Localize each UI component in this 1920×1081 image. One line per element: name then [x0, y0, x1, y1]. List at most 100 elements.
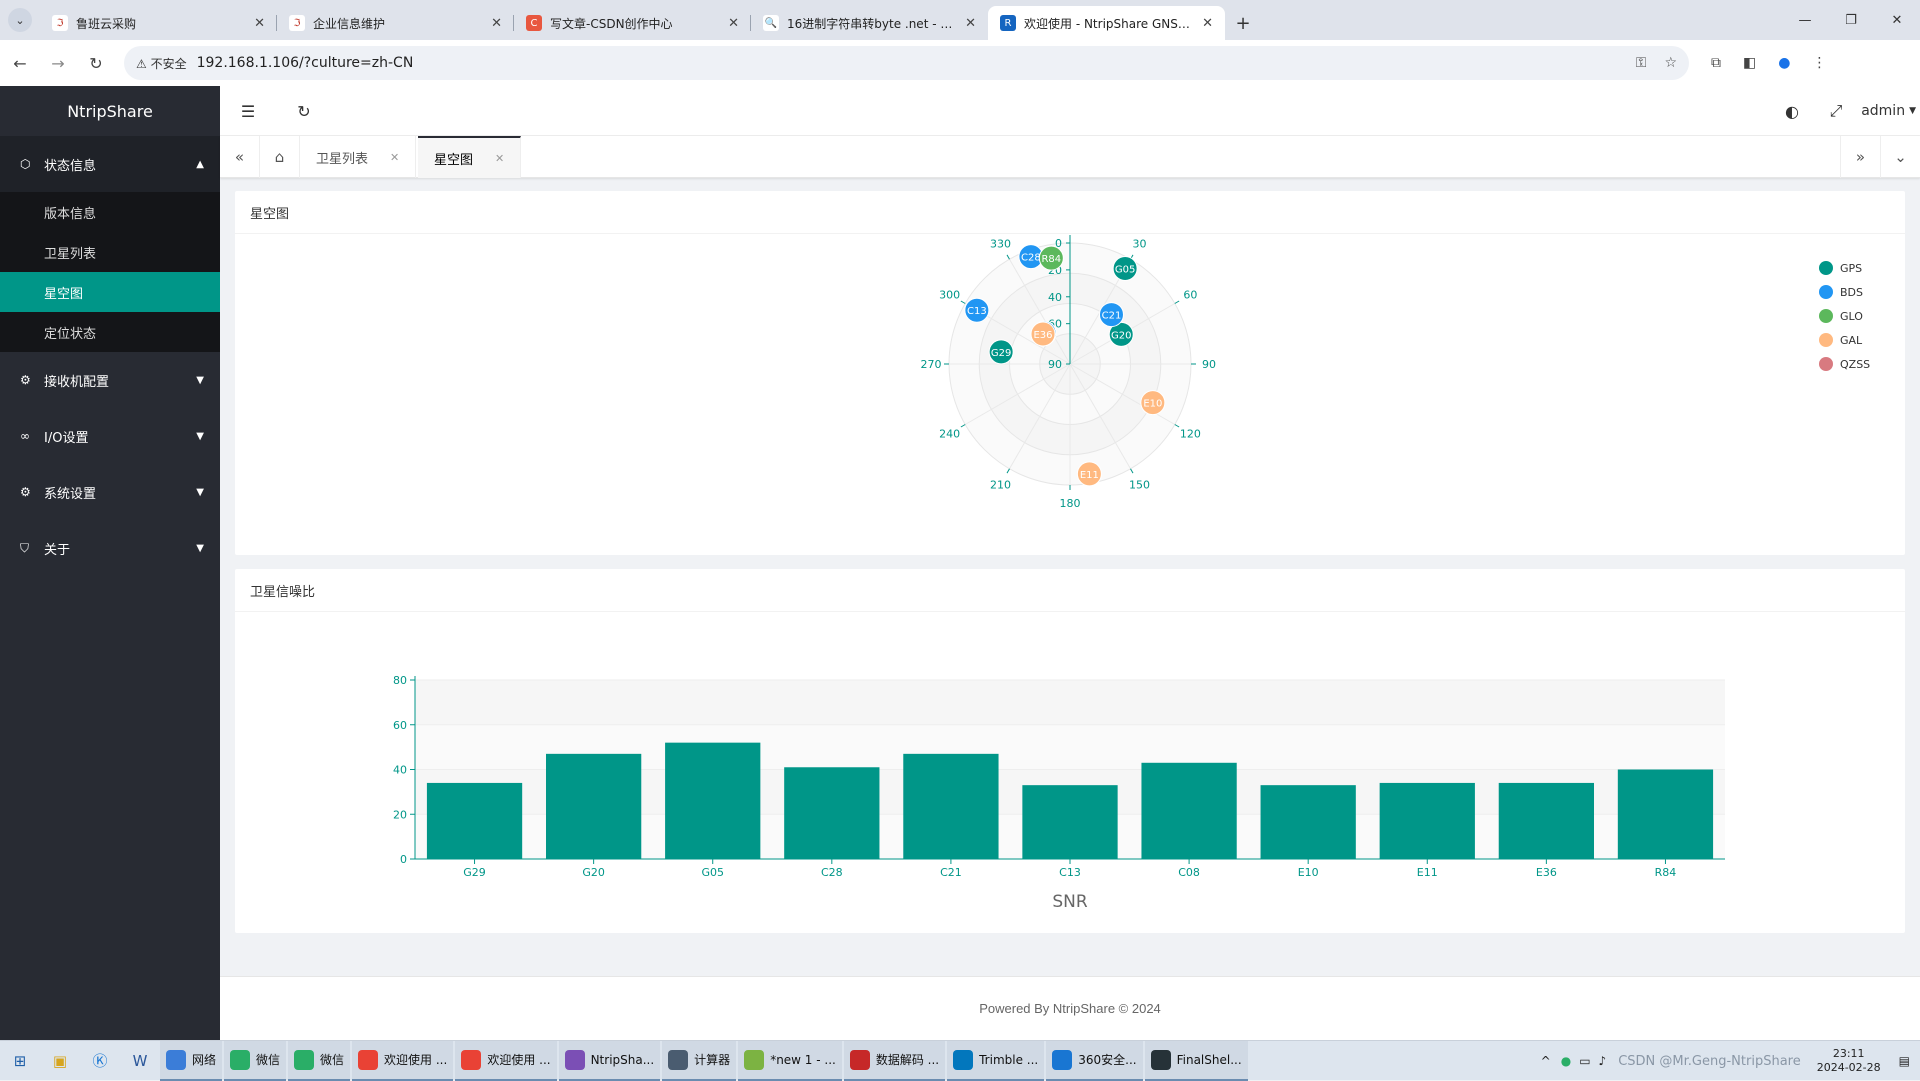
tray-volume-icon[interactable]: ♪: [1599, 1054, 1607, 1068]
taskbar: ⊞ ▣ Ⓚ W 网络 微信 微信 欢迎使用 ... 欢迎使用 ... NtripSha..…: [0, 1040, 1920, 1081]
clock[interactable]: 23:11 2024-02-28: [1817, 1047, 1881, 1075]
x-axis-title: SNR: [1052, 892, 1088, 912]
menu-group-status[interactable]: ⬡ 状态信息 ▲: [0, 136, 220, 192]
taskbar-app-label: 微信: [320, 1053, 345, 1067]
key-icon[interactable]: ⚿: [1636, 55, 1647, 71]
taskbar-app[interactable]: 欢迎使用 ...: [352, 1040, 454, 1081]
caret-down-icon: ▼: [196, 542, 204, 554]
back-icon[interactable]: ←: [2, 45, 38, 81]
favicon-icon: ℑ: [52, 15, 68, 31]
menu-group-receiver[interactable]: ⚙ 接收机配置 ▼: [0, 352, 220, 408]
browser-tab[interactable]: C 写文章-CSDN创作中心 ✕: [514, 6, 751, 40]
satellite-label: E36: [1033, 330, 1052, 341]
tray-up-icon[interactable]: ^: [1541, 1054, 1551, 1068]
app-header: ☰ ↻ ◐ ⤢ admin ▼: [220, 86, 1920, 136]
browser-tabs: ℑ 鲁班云采购 ✕ ℑ 企业信息维护 ✕ C 写文章-CSDN创作中心 ✕ 🔍 16进制字符串转by…: [40, 6, 1225, 40]
taskbar-app[interactable]: *new 1 - ...: [738, 1040, 842, 1081]
word-icon[interactable]: W: [120, 1041, 160, 1081]
tab-search-button[interactable]: ⌄: [0, 0, 40, 40]
browser-tab[interactable]: ℑ 企业信息维护 ✕: [277, 6, 514, 40]
satellite-label: E10: [1143, 399, 1162, 410]
menu-group-about[interactable]: ⛉ 关于 ▼: [0, 520, 220, 576]
refresh-icon[interactable]: ↻: [276, 86, 332, 136]
kugou-icon[interactable]: Ⓚ: [80, 1041, 120, 1081]
windows-start-icon[interactable]: ⊞: [0, 1041, 40, 1081]
fullscreen-icon[interactable]: ⤢: [1808, 86, 1864, 136]
taskbar-app[interactable]: NtripSha...: [558, 1040, 661, 1081]
menu-item-version[interactable]: 版本信息: [0, 192, 220, 232]
page-tab-skyplot[interactable]: 星空图 ✕: [418, 136, 522, 178]
menu-item-skyplot[interactable]: 星空图: [0, 272, 220, 312]
satellite-label: G20: [1111, 330, 1131, 341]
close-icon[interactable]: ✕: [728, 16, 739, 31]
taskbar-app[interactable]: 计算器: [662, 1040, 737, 1081]
taskbar-app[interactable]: Trimble ...: [947, 1040, 1045, 1081]
close-icon[interactable]: ✕: [491, 16, 502, 31]
sidepanel-icon[interactable]: ◧: [1743, 55, 1756, 71]
taskbar-app[interactable]: 网络: [160, 1040, 223, 1081]
close-icon[interactable]: ✕: [254, 16, 265, 31]
tray-wechat-icon[interactable]: ●: [1561, 1054, 1571, 1068]
menu-group-system[interactable]: ⚙ 系统设置 ▼: [0, 464, 220, 520]
angle-tick: [960, 424, 966, 428]
favicon-icon: C: [526, 15, 542, 31]
page-tab-satellite-list[interactable]: 卫星列表 ✕: [300, 136, 417, 178]
taskbar-app[interactable]: 微信: [224, 1040, 287, 1081]
minimize-icon[interactable]: —: [1782, 0, 1828, 40]
taskbar-app-label: 欢迎使用 ...: [487, 1053, 551, 1067]
browser-tab[interactable]: ℑ 鲁班云采购 ✕: [40, 6, 277, 40]
snr-chart: 0 20 40 60 80 G29 G20 G05 C28 C21 C13 C08 E10 E11 E36 R…: [393, 674, 1725, 912]
insecure-warning[interactable]: ⚠ 不安全: [136, 55, 197, 72]
taskbar-app[interactable]: 数据解码 ...: [843, 1040, 946, 1081]
file-explorer-icon[interactable]: ▣: [40, 1041, 80, 1081]
close-icon[interactable]: ✕: [965, 16, 976, 31]
angle-tick: [1006, 468, 1010, 474]
y-tick-label: 0: [400, 853, 407, 866]
taskbar-app[interactable]: 微信: [288, 1040, 351, 1081]
taskbar-app[interactable]: FinalShel...: [1144, 1040, 1248, 1081]
satellite-label: C13: [967, 306, 987, 317]
tabs-menu-icon[interactable]: ⌄: [1880, 136, 1920, 178]
x-tick-label: R84: [1655, 866, 1677, 879]
menu-item-satellite-list[interactable]: 卫星列表: [0, 232, 220, 272]
angle-tick: [1130, 468, 1134, 474]
notifications-icon[interactable]: ▤: [1899, 1054, 1910, 1068]
menu-item-position-status[interactable]: 定位状态: [0, 312, 220, 352]
app-icon: [230, 1049, 251, 1070]
taskbar-app[interactable]: 欢迎使用 ...: [455, 1040, 557, 1081]
omnibox[interactable]: ⚠ 不安全 192.168.1.106/?culture=zh-CN ⚿ ☆: [124, 46, 1689, 80]
sidebar: NtripShare ⬡ 状态信息 ▲ 版本信息 卫星列表 星空图 定位状态 ⚙…: [0, 86, 220, 1040]
home-icon[interactable]: ⌂: [260, 136, 300, 178]
reload-icon[interactable]: ↻: [78, 45, 114, 81]
tray-network-icon[interactable]: ▭: [1579, 1054, 1590, 1068]
close-icon[interactable]: ✕: [495, 152, 504, 165]
star-icon[interactable]: ☆: [1664, 55, 1677, 71]
new-tab-button[interactable]: +: [1225, 6, 1261, 40]
close-icon[interactable]: ✕: [390, 151, 399, 164]
extensions-icon[interactable]: ⧉: [1711, 55, 1721, 71]
tabs-prev-icon[interactable]: «: [220, 136, 260, 178]
angle-tick-label: 330: [990, 238, 1011, 251]
profile-icon[interactable]: ●: [1778, 55, 1790, 71]
close-window-icon[interactable]: ✕: [1874, 0, 1920, 40]
app-icon: [564, 1049, 585, 1070]
restore-icon[interactable]: ❐: [1828, 0, 1874, 40]
caret-down-icon: ▼: [196, 486, 204, 498]
satellite-label: E11: [1080, 470, 1099, 481]
legend-label: QZSS: [1840, 358, 1870, 371]
snr-card: 卫星信噪比 0 20 40 60 80 G29 G20 G05 C28 C21 C13 C08 E10 E…: [235, 569, 1905, 933]
clock-time: 23:11: [1832, 1047, 1865, 1060]
more-icon[interactable]: ⋮: [1812, 55, 1826, 71]
user-menu[interactable]: admin ▼: [1861, 86, 1916, 136]
browser-tab[interactable]: R 欢迎使用 - NtripShare GNSS接收机 ✕: [988, 6, 1225, 40]
taskbar-app[interactable]: 360安全...: [1046, 1040, 1143, 1081]
legend-label: GPS: [1840, 262, 1862, 275]
settings-icon: ⚙: [20, 485, 31, 499]
forward-icon[interactable]: →: [40, 45, 76, 81]
url-text[interactable]: 192.168.1.106/?culture=zh-CN: [197, 55, 1618, 71]
tabs-next-icon[interactable]: »: [1840, 136, 1880, 178]
menu-group-io[interactable]: ∞ I/O设置 ▼: [0, 408, 220, 464]
browser-tab[interactable]: 🔍 16进制字符串转byte .net - 搜索 ✕: [751, 6, 988, 40]
menu-toggle-icon[interactable]: ☰: [220, 86, 276, 136]
close-icon[interactable]: ✕: [1202, 16, 1213, 31]
